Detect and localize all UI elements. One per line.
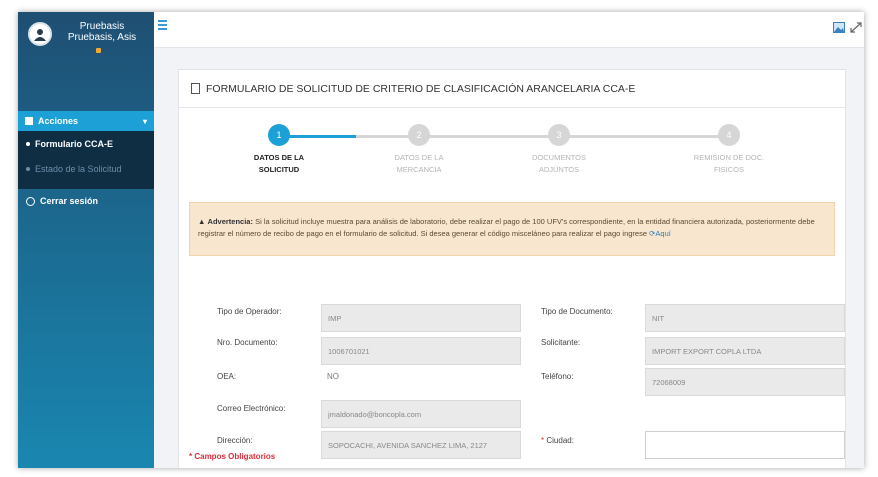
sidebar-submenu: Formulario CCA-E Estado de la Solicitud xyxy=(18,131,154,189)
oea-label: OEA: xyxy=(217,372,237,381)
tipo-operador-label: Tipo de Operador: xyxy=(217,307,282,316)
ciudad-label: * Ciudad: xyxy=(541,436,574,445)
step-label-line: FISICOS xyxy=(713,165,744,174)
step-connector xyxy=(559,135,729,138)
tipo-operador-field: IMP xyxy=(321,304,521,332)
solicitante-field: IMPORT EXPORT COPLA LTDA xyxy=(645,337,845,365)
sidebar: Pruebasis Pruebasis, Asis Acciones ▾ For… xyxy=(18,12,154,468)
nro-documento-label: Nro. Documento: xyxy=(217,338,278,347)
step-1-label: DATOS DE LA SOLICITUD xyxy=(234,152,324,176)
sidebar-item-label: Formulario CCA-E xyxy=(35,138,114,149)
correo-field: jmaldonado@boncopla.com xyxy=(321,400,521,428)
correo-label: Correo Electrónico: xyxy=(217,404,286,413)
step-4-label: REMISION DE DOC. FISICOS xyxy=(684,152,774,176)
step-number: 4 xyxy=(726,130,732,140)
form-panel: FORMULARIO DE SOLICITUD DE CRITERIO DE C… xyxy=(178,69,846,468)
oea-value: NO xyxy=(327,372,339,381)
power-icon xyxy=(26,196,35,206)
logout-button[interactable]: Cerrar sesión xyxy=(26,196,98,206)
telefono-field: 72068009 xyxy=(645,368,845,396)
wizard-steps: 1 2 3 4 DATOS DE LA SOLICITUD DATOS DE L… xyxy=(179,108,845,194)
step-2-circle[interactable]: 2 xyxy=(408,124,430,146)
step-label-line: DATOS DE LA xyxy=(253,153,305,162)
required-mark: * xyxy=(541,436,545,445)
step-label-line: MERCANCIA xyxy=(396,165,442,174)
step-3-circle[interactable]: 3 xyxy=(548,124,570,146)
bullet-icon xyxy=(26,166,30,171)
alert-link[interactable]: Aquí xyxy=(655,229,670,238)
app-window: Pruebasis Pruebasis, Asis Acciones ▾ For… xyxy=(18,12,864,468)
telefono-label: Teléfono: xyxy=(541,372,574,381)
user-status-icon xyxy=(96,48,101,53)
user-profile: Pruebasis Pruebasis, Asis xyxy=(18,12,154,88)
step-1-circle[interactable]: 1 xyxy=(268,124,290,146)
tipo-documento-field: NIT xyxy=(645,304,845,332)
logout-label: Cerrar sesión xyxy=(40,196,99,206)
step-2-label: DATOS DE LA MERCANCIA xyxy=(374,152,464,176)
chevron-down-icon: ▾ xyxy=(142,116,147,126)
nro-documento-field: 1006701021 xyxy=(321,337,521,365)
sidebar-item-formulario[interactable]: Formulario CCA-E xyxy=(18,131,154,156)
menu-square-icon xyxy=(25,117,33,125)
sidebar-section-label: Acciones xyxy=(38,116,79,126)
alert-title: Advertencia: xyxy=(207,217,253,226)
mandatory-fields-note: * Campos Obligatorios xyxy=(189,452,276,461)
top-bar xyxy=(154,12,864,48)
step-connector xyxy=(419,135,559,138)
step-label-line: DATOS DE LA xyxy=(394,153,444,162)
sidebar-section-acciones[interactable]: Acciones ▾ xyxy=(18,111,154,131)
sidebar-item-label: Estado de la Solicitud xyxy=(35,163,122,174)
direccion-label: Dirección: xyxy=(217,436,253,445)
solicitante-label: Solicitante: xyxy=(541,338,581,347)
hamburger-menu-icon[interactable] xyxy=(158,20,167,32)
form-title-bar: FORMULARIO DE SOLICITUD DE CRITERIO DE C… xyxy=(179,70,845,108)
step-label-line: SOLICITUD xyxy=(258,165,300,174)
sidebar-item-estado[interactable]: Estado de la Solicitud xyxy=(18,156,154,181)
form-title: FORMULARIO DE SOLICITUD DE CRITERIO DE C… xyxy=(206,82,636,95)
step-3-label: DOCUMENTOS ADJUNTOS xyxy=(514,152,604,176)
user-avatar-icon xyxy=(28,22,52,46)
warning-alert: ▲ Advertencia: Si la solicitud incluye m… xyxy=(189,202,835,256)
user-name: Pruebasis Pruebasis, Asis xyxy=(67,21,137,43)
step-label-line: ADJUNTOS xyxy=(538,165,580,174)
step-label-line: REMISION DE DOC. xyxy=(693,153,765,162)
tipo-documento-label: Tipo de Documento: xyxy=(541,307,613,316)
expand-icon[interactable] xyxy=(850,22,862,33)
bullet-icon xyxy=(26,141,30,146)
step-number: 1 xyxy=(276,130,282,140)
document-icon xyxy=(191,83,200,94)
step-connector xyxy=(279,135,419,138)
step-4-circle[interactable]: 4 xyxy=(718,124,740,146)
direccion-field: SOPOCACHI, AVENIDA SANCHEZ LIMA, 2127 xyxy=(321,431,521,459)
warning-icon: ▲ xyxy=(198,217,206,226)
ciudad-label-text: Ciudad: xyxy=(546,436,574,445)
step-label-line: DOCUMENTOS xyxy=(531,153,587,162)
step-number: 2 xyxy=(416,130,422,140)
ciudad-input[interactable] xyxy=(645,431,845,459)
step-number: 3 xyxy=(556,130,562,140)
image-icon[interactable] xyxy=(833,22,845,33)
alert-text: Si la solicitud incluye muestra para aná… xyxy=(198,217,815,238)
